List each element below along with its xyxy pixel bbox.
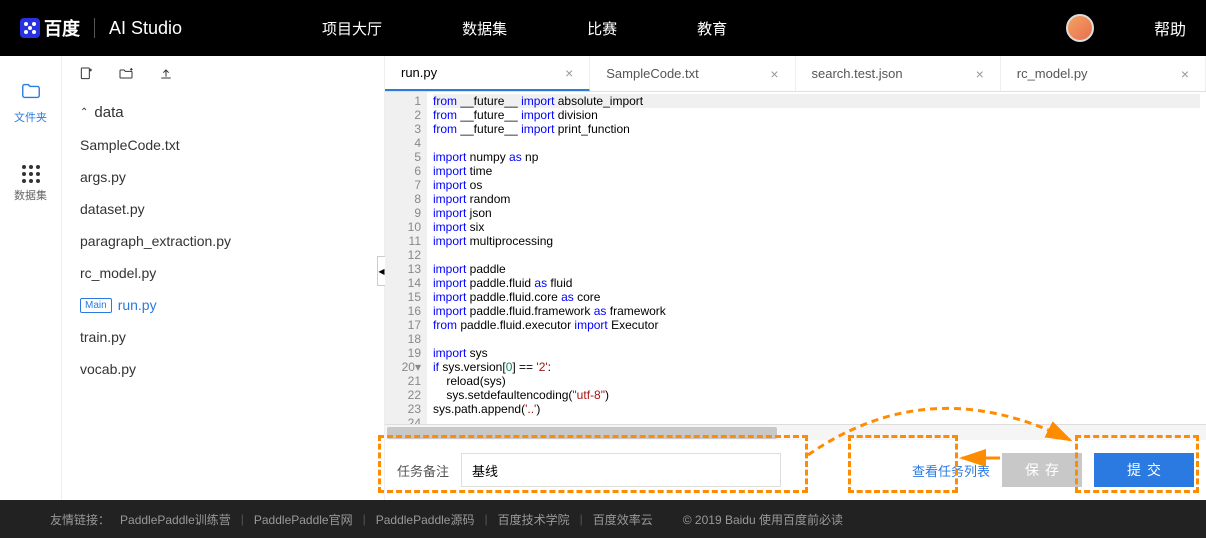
new-folder-icon[interactable] <box>118 66 134 82</box>
footer-link[interactable]: 百度技术学院 <box>498 511 570 528</box>
footer-link[interactable]: PaddlePaddle训练营 <box>120 511 231 528</box>
tree-file[interactable]: dataset.py <box>76 193 370 225</box>
logo[interactable]: 百度 AI Studio <box>20 15 182 41</box>
tree-file[interactable]: train.py <box>76 321 370 353</box>
tree-file[interactable]: vocab.py <box>76 353 370 385</box>
editor-area: ◀ run.py× SampleCode.txt× search.test.js… <box>384 56 1206 500</box>
new-file-icon[interactable] <box>78 66 94 82</box>
code-editor[interactable]: 1234567891011121314151617181920▾21222324… <box>385 92 1206 424</box>
line-gutter: 1234567891011121314151617181920▾21222324 <box>385 92 427 424</box>
nav-education[interactable]: 教育 <box>697 18 727 39</box>
tree-folder-data[interactable]: ⌃data <box>76 96 370 129</box>
chevron-down-icon: ⌃ <box>80 107 88 118</box>
tree-file-active[interactable]: Mainrun.py <box>76 289 370 321</box>
tab-search-json[interactable]: search.test.json× <box>796 56 1001 91</box>
divider <box>94 18 95 38</box>
top-nav: 项目大厅 数据集 比赛 教育 <box>322 18 727 39</box>
tab-run-py[interactable]: run.py× <box>385 56 590 91</box>
tree-file[interactable]: rc_model.py <box>76 257 370 289</box>
tree-file[interactable]: SampleCode.txt <box>76 129 370 161</box>
close-icon[interactable]: × <box>565 65 573 81</box>
task-note-label: 任务备注 <box>397 461 449 480</box>
file-toolbar <box>62 56 384 92</box>
file-panel: ⌃data SampleCode.txt args.py dataset.py … <box>62 56 384 500</box>
main-badge: Main <box>80 298 112 313</box>
tree-file[interactable]: paragraph_extraction.py <box>76 225 370 257</box>
footer-copyright: © 2019 Baidu 使用百度前必读 <box>683 511 843 528</box>
top-header: 百度 AI Studio 项目大厅 数据集 比赛 教育 帮助 <box>0 0 1206 56</box>
task-bar: 任务备注 查看任务列表 保存 提交 <box>385 440 1206 500</box>
upload-icon[interactable] <box>158 66 174 82</box>
grid-icon <box>22 165 40 183</box>
nav-projects[interactable]: 项目大厅 <box>322 18 382 39</box>
tab-rc-model[interactable]: rc_model.py× <box>1001 56 1206 91</box>
footer-link[interactable]: PaddlePaddle官网 <box>254 511 353 528</box>
logo-studio-text: AI Studio <box>109 18 182 39</box>
footer-link[interactable]: 百度效率云 <box>593 511 653 528</box>
footer-link[interactable]: PaddlePaddle源码 <box>376 511 475 528</box>
nav-competitions[interactable]: 比赛 <box>587 18 617 39</box>
baidu-paw-icon <box>20 18 40 38</box>
rail-files-label: 文件夹 <box>14 109 47 125</box>
horizontal-scrollbar[interactable] <box>385 424 1206 440</box>
tree-file[interactable]: args.py <box>76 161 370 193</box>
scrollbar-thumb[interactable] <box>387 427 777 439</box>
rail-datasets[interactable]: 数据集 <box>14 165 47 203</box>
task-note-input[interactable] <box>461 453 781 487</box>
footer: 友情链接： PaddlePaddle训练营| PaddlePaddle官网| P… <box>0 500 1206 538</box>
left-rail: 文件夹 数据集 <box>0 56 62 500</box>
file-tree: ⌃data SampleCode.txt args.py dataset.py … <box>62 92 384 389</box>
folder-icon <box>20 80 42 105</box>
tab-samplecode[interactable]: SampleCode.txt× <box>590 56 795 91</box>
help-link[interactable]: 帮助 <box>1154 16 1186 40</box>
collapse-handle[interactable]: ◀ <box>377 256 385 286</box>
rail-datasets-label: 数据集 <box>14 187 47 203</box>
close-icon[interactable]: × <box>976 66 984 82</box>
view-task-list-link[interactable]: 查看任务列表 <box>912 461 990 480</box>
nav-datasets[interactable]: 数据集 <box>462 18 507 39</box>
close-icon[interactable]: × <box>770 66 778 82</box>
logo-baidu-text: 百度 <box>44 15 80 41</box>
footer-prefix: 友情链接： <box>50 511 110 528</box>
avatar[interactable] <box>1066 14 1094 42</box>
editor-tabs: run.py× SampleCode.txt× search.test.json… <box>385 56 1206 92</box>
submit-button[interactable]: 提交 <box>1094 453 1194 487</box>
code-content[interactable]: from __future__ import absolute_importfr… <box>427 92 1206 424</box>
save-button[interactable]: 保存 <box>1002 453 1082 487</box>
close-icon[interactable]: × <box>1181 66 1189 82</box>
rail-files[interactable]: 文件夹 <box>14 80 47 125</box>
